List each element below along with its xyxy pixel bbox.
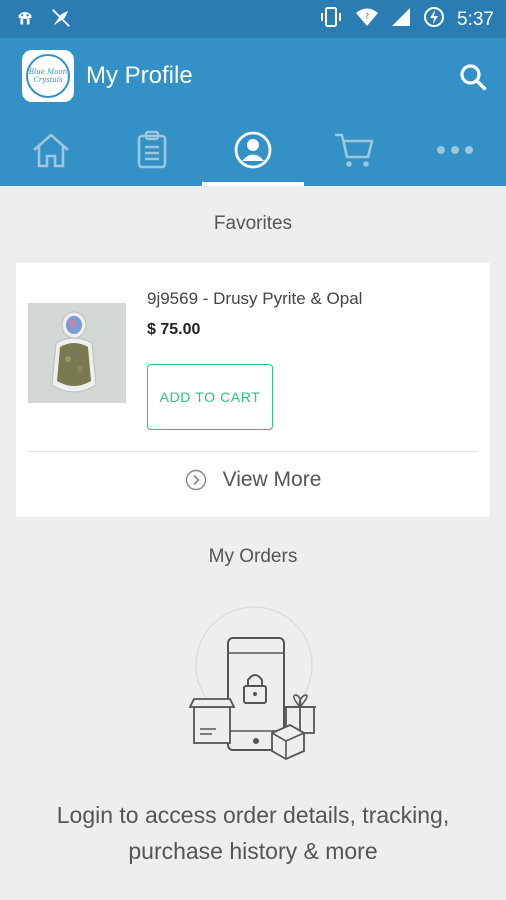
notification-icon (50, 7, 72, 34)
view-more-label: View More (222, 468, 322, 491)
status-bar: ? 5:37 (0, 0, 506, 38)
tab-home[interactable] (0, 114, 101, 186)
tab-cart[interactable] (304, 114, 405, 186)
app-logo: Blue Moon Crystals (22, 50, 74, 102)
svg-text:?: ? (365, 12, 369, 21)
profile-icon (234, 131, 272, 169)
product-price: $ 75.00 (147, 321, 201, 338)
cart-icon (335, 133, 374, 167)
orders-locked-illustration (186, 603, 322, 763)
login-prompt: Login to access order details, tracking,… (56, 802, 450, 864)
signal-icon (391, 7, 411, 32)
more-icon (437, 146, 474, 154)
search-button[interactable] (458, 62, 488, 92)
favorite-product-card: 9j9569 - Drusy Pyrite & Opal $ 75.00 ADD… (16, 263, 490, 517)
card-divider (28, 451, 478, 452)
logo-mark: Blue Moon Crystals (26, 54, 70, 98)
product-name[interactable]: 9j9569 - Drusy Pyrite & Opal (147, 289, 362, 309)
clipboard-icon (137, 130, 167, 169)
battery-charging-icon (423, 6, 445, 33)
orders-title: My Orders (208, 546, 298, 567)
tab-more[interactable] (405, 114, 506, 186)
tab-profile[interactable] (202, 114, 304, 186)
status-time: 5:37 (457, 8, 494, 30)
app-bar: Blue Moon Crystals My Profile (0, 38, 506, 114)
view-more-link[interactable]: View More (16, 468, 490, 492)
favorites-title: Favorites (213, 213, 293, 234)
add-to-cart-button[interactable]: ADD TO CART (147, 364, 273, 430)
home-icon (32, 133, 69, 168)
tab-catalog[interactable] (101, 114, 202, 186)
tab-bar (0, 114, 506, 186)
search-icon (460, 64, 487, 91)
page-title: My Profile (86, 62, 193, 89)
wifi-icon: ? (355, 6, 379, 33)
vibrate-icon (319, 6, 343, 33)
chevron-right-circle-icon (185, 469, 206, 491)
android-debug-icon (14, 7, 36, 34)
product-image[interactable] (28, 303, 126, 403)
